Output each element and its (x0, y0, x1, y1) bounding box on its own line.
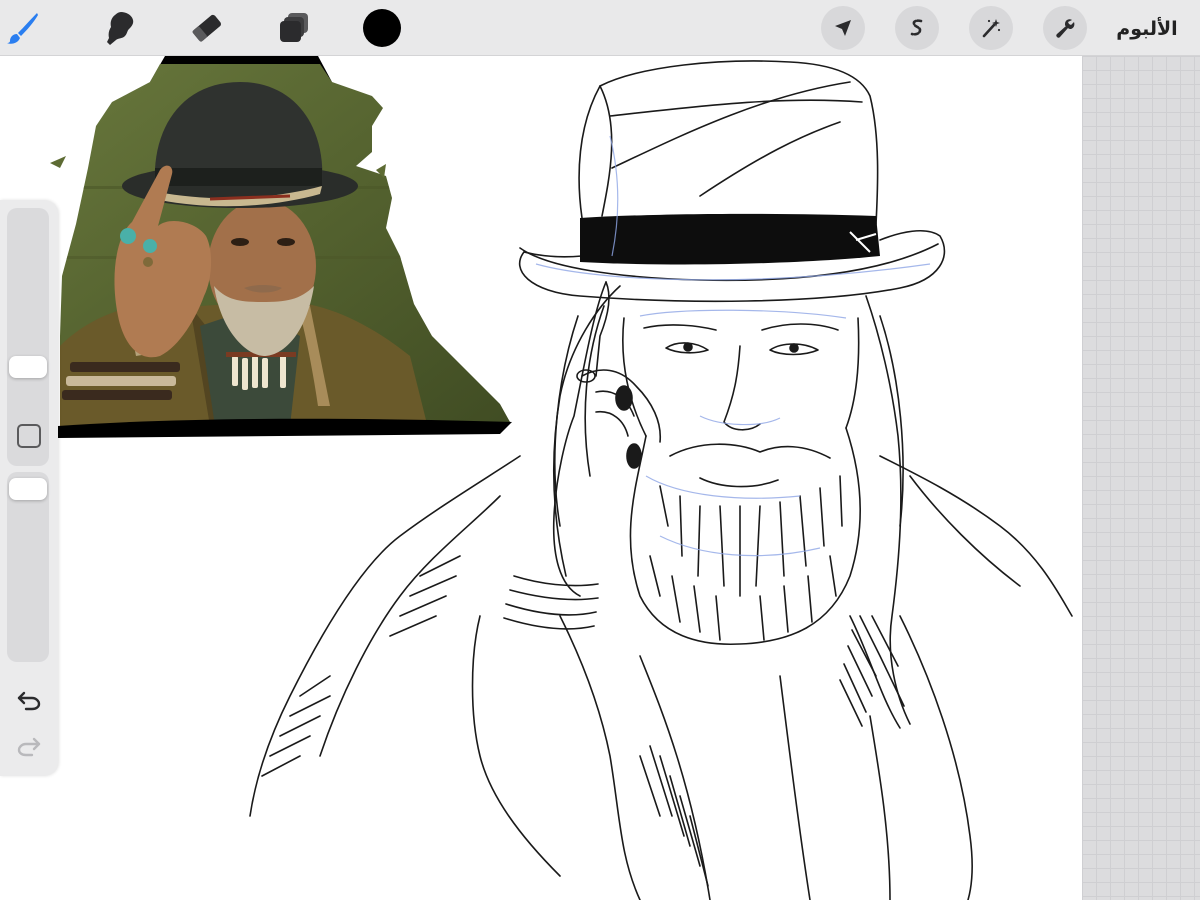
magic-wand-icon (982, 19, 1001, 38)
current-color-swatch (363, 9, 401, 47)
brush-icon (7, 13, 38, 44)
transform-button[interactable] (821, 6, 865, 50)
left-sidebar (0, 200, 58, 776)
redo-button[interactable] (14, 732, 44, 760)
layers-icon (280, 13, 308, 42)
brush-tool-button[interactable] (0, 6, 44, 50)
modify-button[interactable] (17, 424, 41, 448)
canvas-grid-background (1082, 56, 1200, 900)
opacity-slider[interactable] (7, 472, 49, 662)
adjustments-button[interactable] (969, 6, 1013, 50)
eraser-icon (192, 14, 221, 42)
brush-size-slider-thumb[interactable] (9, 356, 47, 378)
drawing-canvas[interactable] (0, 56, 1082, 900)
opacity-slider-thumb[interactable] (9, 478, 47, 500)
selection-s-icon (910, 19, 923, 36)
pencil-sketch (249, 60, 1073, 900)
gallery-link[interactable]: الألبوم (1104, 14, 1190, 44)
undo-icon (17, 691, 41, 711)
redo-icon (17, 737, 41, 757)
eraser-tool-button[interactable] (185, 6, 229, 50)
actions-button[interactable] (1043, 6, 1087, 50)
color-picker-button[interactable] (360, 6, 404, 50)
wrench-icon (1056, 19, 1075, 38)
smudge-icon (107, 12, 134, 45)
smudge-tool-button[interactable] (97, 6, 141, 50)
arrow-cursor-icon (835, 20, 851, 36)
layers-tool-button[interactable] (272, 6, 316, 50)
top-toolbar: الألبوم (0, 0, 1200, 56)
undo-button[interactable] (14, 686, 44, 714)
selection-button[interactable] (895, 6, 939, 50)
